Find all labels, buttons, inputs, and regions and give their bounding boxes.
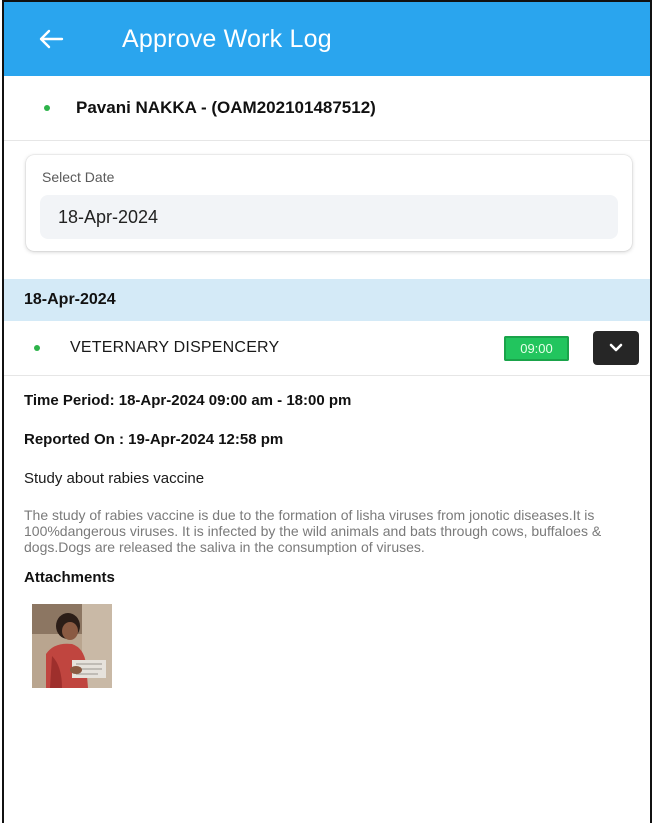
work-description: The study of rabies vaccine is due to th… (24, 507, 602, 555)
work-log-entry[interactable]: VETERNARY DISPENCERY 09:00 (4, 321, 650, 376)
attachment-thumbnail[interactable] (32, 604, 112, 688)
log-date-header: 18-Apr-2024 (4, 279, 650, 321)
app-screen: Approve Work Log Pavani NAKKA - (OAM2021… (2, 0, 652, 823)
work-subject: Study about rabies vaccine (24, 470, 205, 487)
page-title: Approve Work Log (122, 24, 332, 53)
entry-bullet-icon (34, 345, 40, 351)
date-field-label: Select Date (42, 169, 115, 185)
attachments-heading: Attachments (24, 569, 115, 586)
reported-on: Reported On : 19-Apr-2024 12:58 pm (24, 431, 284, 448)
app-bar: Approve Work Log (4, 2, 650, 76)
chevron-down-icon (609, 343, 623, 352)
employee-name: Pavani NAKKA - (OAM202101487512) (76, 98, 376, 117)
time-badge: 09:00 (504, 336, 569, 361)
arrow-left-icon[interactable] (38, 24, 78, 54)
employee-row: Pavani NAKKA - (OAM202101487512) (4, 76, 650, 141)
entry-location: VETERNARY DISPENCERY (70, 339, 280, 356)
time-period: Time Period: 18-Apr-2024 09:00 am - 18:0… (24, 392, 352, 409)
date-selector-card: Select Date 18-Apr-2024 (26, 155, 632, 251)
entry-details: Time Period: 18-Apr-2024 09:00 am - 18:0… (4, 392, 650, 688)
expand-button[interactable] (593, 331, 639, 365)
date-field[interactable]: 18-Apr-2024 (40, 195, 618, 239)
status-dot-icon (44, 105, 50, 111)
